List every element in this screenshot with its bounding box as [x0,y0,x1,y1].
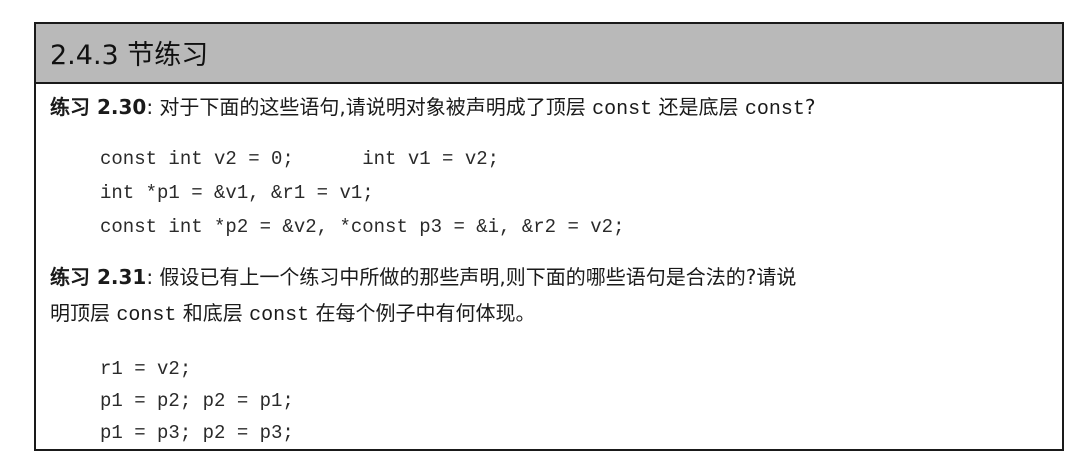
exercise-2-31-sep: : [146,265,160,289]
code-line: int *p1 = &v1, &r1 = v1; [100,182,374,204]
exercise-2-30-text-c: ? [804,95,816,119]
exercise-2-30-sep: : [146,95,160,119]
exercise-2-30-text-a: 对于下面的这些语句,请说明对象被声明成了顶层 [159,95,593,119]
exercise-box: 2.4.3 节练习 练习 2.30: 对于下面的这些语句,请说明对象被声明成了顶… [34,22,1064,451]
exercise-2-30-prompt: 练习 2.30: 对于下面的这些语句,请说明对象被声明成了顶层 const 还是… [50,90,816,127]
exercise-2-31-line1: 假设已有上一个练习中所做的那些声明,则下面的哪些语句是合法的?请说 [159,265,797,289]
exercise-2-30-label: 练习 2.30 [50,95,147,119]
exercise-2-31-line2-a: 明顶层 [50,301,117,325]
code-line: const int v2 = 0; int v1 = v2; [100,148,500,170]
code-line: p1 = p2; p2 = p1; [100,390,294,412]
exercise-2-31-kw1: const [116,304,177,327]
exercise-2-31-prompt-line1: 练习 2.31: 假设已有上一个练习中所做的那些声明,则下面的哪些语句是合法的?… [50,260,796,294]
code-line: r1 = v2; [100,358,192,380]
exercise-2-30-kw2: const [744,98,805,121]
exercise-2-31-line2-c: 在每个例子中有何体现。 [309,301,536,325]
exercise-2-31-prompt-line2: 明顶层 const 和底层 const 在每个例子中有何体现。 [50,296,535,333]
section-title: 2.4.3 节练习 [50,40,209,71]
exercise-2-31-label: 练习 2.31 [50,265,147,289]
exercise-2-31-line2-b: 和底层 [176,301,250,325]
section-header: 2.4.3 节练习 [36,24,1062,84]
exercise-2-30-text-b: 还是底层 [652,95,745,119]
exercise-2-31-kw2: const [249,304,310,327]
code-line: p1 = p3; p2 = p3; [100,422,294,444]
exercise-2-30-kw1: const [592,98,653,121]
code-line: const int *p2 = &v2, *const p3 = &i, &r2… [100,216,625,238]
